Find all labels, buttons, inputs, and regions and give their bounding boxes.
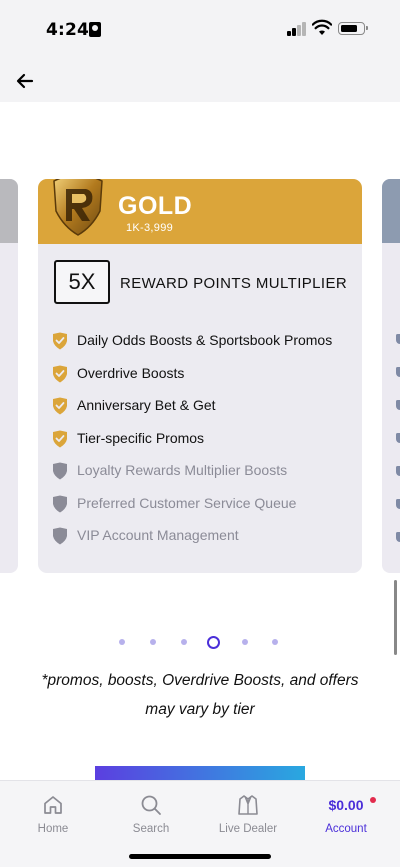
benefits-list: Daily Odds Boosts & Sportsbook Promos Ov… [52,329,352,557]
shield-check-icon [53,430,67,447]
tier-header: GOLD 1K-3,999 [38,179,362,244]
page-dot[interactable] [242,639,248,645]
multiplier-value: 5X [54,260,110,304]
tab-search-label: Search [132,823,170,835]
page-dot[interactable] [181,639,187,645]
cellular-signal-icon [287,22,307,36]
page-dot-active[interactable] [207,636,220,649]
tier-carousel[interactable]: GOLD 1K-3,999 5X REWARD POINTS MULTIPLIE… [0,102,400,602]
account-balance: $0.00 [306,793,386,817]
tier-name: GOLD [118,192,193,220]
shield-icon [53,527,67,545]
tab-account-label: Account [325,823,367,835]
tab-home-label: Home [37,823,69,835]
benefit-label: VIP Account Management [77,527,239,543]
tab-account[interactable]: $0.00 Account [306,793,386,841]
shield-icon [53,462,67,480]
account-balance-value: $0.00 [328,797,364,813]
tier-range: 1K-3,999 [126,222,174,234]
benefit-label: Anniversary Bet & Get [77,397,216,413]
benefit-label: Tier-specific Promos [77,429,205,446]
status-bar: 4:24 [0,0,400,58]
shield-icon [53,495,67,512]
benefit-item: Overdrive Boosts [52,362,352,395]
disclaimer-text: *promos, boosts, Overdrive Boosts, and o… [41,672,359,718]
benefit-label: Overdrive Boosts [77,364,185,381]
benefit-item: Anniversary Bet & Get [52,394,352,427]
benefit-item: Tier-specific Promos [52,427,352,460]
page-dot[interactable] [150,639,156,645]
tab-search[interactable]: Search [111,793,191,841]
tab-home[interactable]: Home [13,793,93,841]
nav-header [0,58,400,102]
tab-live-dealer[interactable]: Live Dealer [208,793,288,841]
carousel-pagination [0,635,400,651]
home-indicator [129,854,271,859]
notification-dot [370,797,376,803]
benefit-label: Loyalty Rewards Multiplier Boosts [77,462,288,478]
benefit-item: Daily Odds Boosts & Sportsbook Promos [52,329,352,362]
shield-check-icon [53,365,67,382]
multiplier-label: REWARD POINTS MULTIPLIER [120,275,348,292]
page-dot[interactable] [119,639,125,645]
wifi-icon [312,19,332,35]
search-icon [141,795,161,815]
home-icon [44,796,62,814]
shield-check-icon [53,397,67,415]
benefit-item: VIP Account Management [52,524,352,557]
benefit-label: Daily Odds Boosts & Sportsbook Promos [77,332,333,348]
jacket-icon [238,795,258,815]
back-button[interactable] [12,64,40,94]
arrow-left-icon [16,73,34,89]
id-card-icon [89,22,101,37]
tier-card-gold: GOLD 1K-3,999 5X REWARD POINTS MULTIPLIE… [38,179,362,573]
previous-tier-card[interactable] [0,179,18,573]
status-time: 4:24 [46,20,90,40]
next-tier-card[interactable] [382,179,400,573]
battery-icon [338,22,368,35]
scrollbar[interactable] [394,580,397,655]
tier-badge-icon [53,179,103,236]
tier-rewards-screen: 4:24 GOLD 1K-3,999 5X REWARD POINTS MULT… [0,0,400,867]
benefit-label: Preferred Customer Service Queue [77,494,297,511]
benefit-item: Preferred Customer Service Queue [52,492,352,525]
benefit-item: Loyalty Rewards Multiplier Boosts [52,459,352,492]
page-dot[interactable] [272,639,278,645]
tab-live-dealer-label: Live Dealer [218,823,278,835]
shield-check-icon [53,332,67,350]
